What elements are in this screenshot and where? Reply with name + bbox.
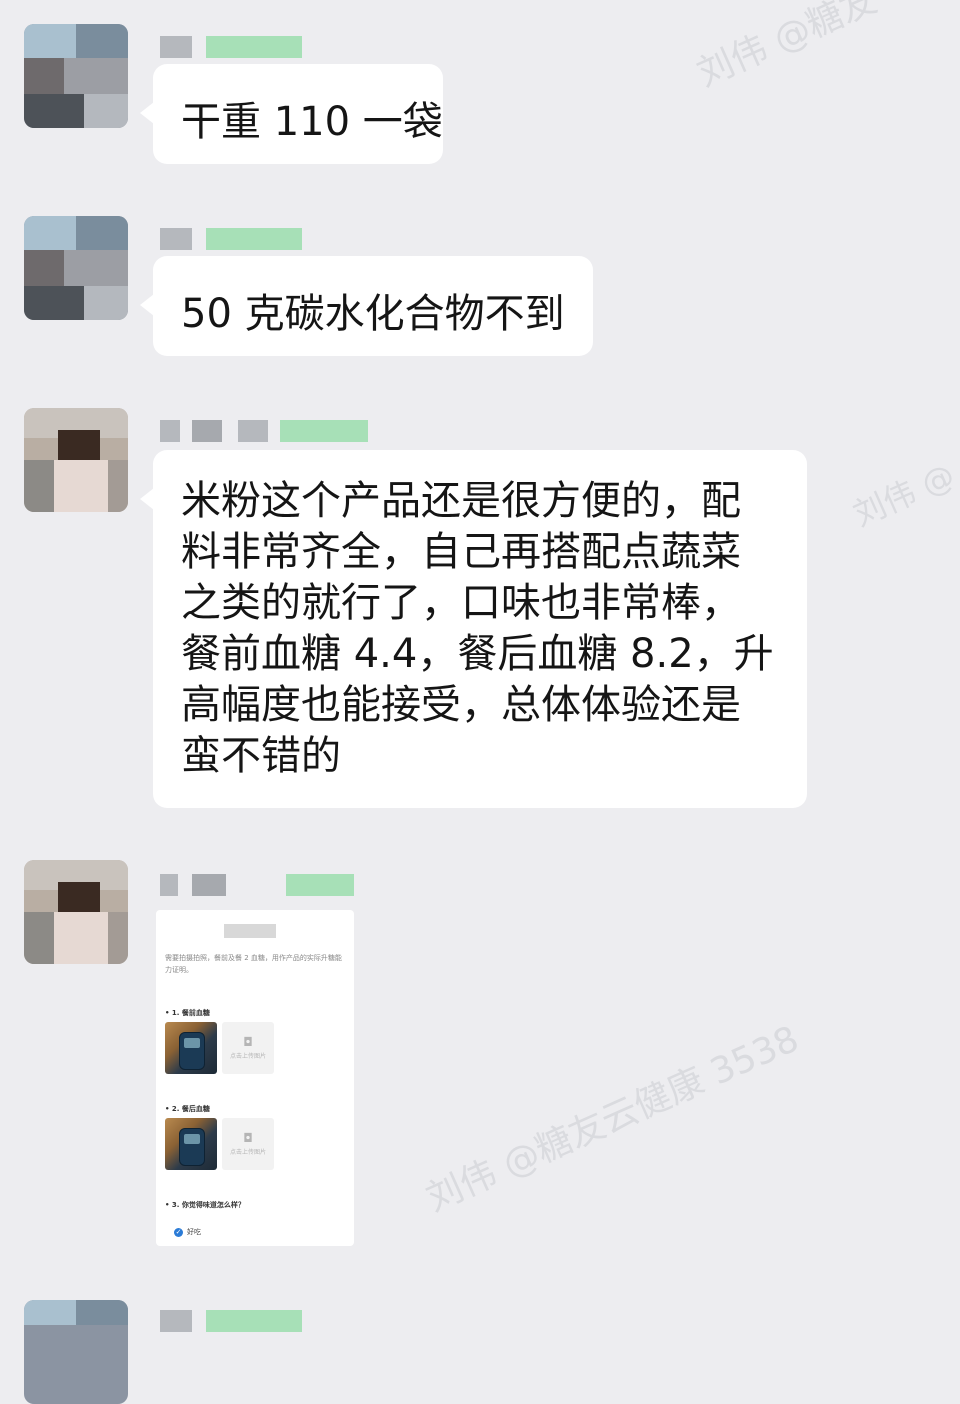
glucose-meter-icon bbox=[179, 1032, 205, 1070]
message-bubble[interactable]: 干重 110 一袋 bbox=[140, 64, 443, 164]
sender-name bbox=[160, 874, 360, 896]
watermark: 刘伟 @ bbox=[847, 455, 960, 534]
check-icon: ✓ bbox=[174, 1227, 183, 1237]
avatar[interactable] bbox=[24, 860, 128, 964]
watermark: 刘伟 @糖友云健康 3538 bbox=[420, 1018, 805, 1220]
upload-slot[interactable]: ◘ 点击上传图片 bbox=[222, 1022, 274, 1074]
avatar[interactable] bbox=[24, 408, 128, 512]
message-text: 50 克碳水化合物不到 bbox=[181, 291, 565, 337]
message-text: 米粉这个产品还是很方便的，配 料非常齐全，自己再搭配点蔬菜 之类的就行了，口味也… bbox=[181, 478, 774, 779]
meter-photo bbox=[165, 1118, 217, 1170]
upload-label: 点击上传图片 bbox=[229, 1053, 266, 1060]
camera-icon: ◘ bbox=[243, 1035, 253, 1049]
sender-name bbox=[160, 1310, 302, 1332]
image-message[interactable]: 需要拍摄拍照，餐前及餐 2 血糖，用作产品的实际升糖能力证明。 • 1. 餐前血… bbox=[156, 910, 354, 1246]
avatar[interactable] bbox=[24, 1300, 128, 1404]
upload-label: 点击上传图片 bbox=[229, 1149, 266, 1156]
question-label: • 2. 餐后血糖 bbox=[165, 1105, 210, 1113]
meter-photo bbox=[165, 1022, 217, 1074]
glucose-meter-icon bbox=[179, 1128, 205, 1166]
message-bubble[interactable]: 50 克碳水化合物不到 bbox=[140, 256, 593, 356]
question-label: • 1. 餐前血糖 bbox=[165, 1009, 210, 1017]
avatar[interactable] bbox=[24, 216, 128, 320]
sender-name bbox=[160, 420, 370, 442]
sender-name bbox=[160, 36, 302, 58]
avatar[interactable] bbox=[24, 24, 128, 128]
message-text: 干重 110 一袋 bbox=[181, 99, 443, 145]
camera-icon: ◘ bbox=[243, 1131, 253, 1145]
selected-answer: ✓ 好吃 bbox=[174, 1227, 201, 1237]
watermark: 刘伟 @糖友 bbox=[691, 0, 883, 95]
upload-slot[interactable]: ◘ 点击上传图片 bbox=[222, 1118, 274, 1170]
question-label: • 3. 你觉得味道怎么样？ bbox=[165, 1201, 245, 1209]
form-instructions: 需要拍摄拍照，餐前及餐 2 血糖，用作产品的实际升糖能力证明。 bbox=[165, 954, 342, 974]
sender-name bbox=[160, 228, 302, 250]
message-bubble[interactable]: 米粉这个产品还是很方便的，配 料非常齐全，自己再搭配点蔬菜 之类的就行了，口味也… bbox=[140, 450, 807, 808]
answer-label: 好吃 bbox=[187, 1228, 201, 1236]
blurred-header bbox=[224, 924, 276, 938]
